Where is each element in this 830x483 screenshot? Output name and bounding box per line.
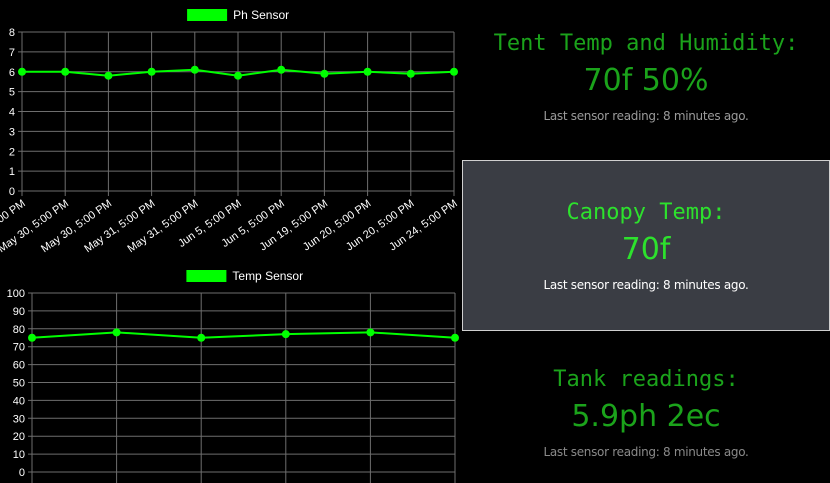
data-point bbox=[147, 67, 156, 76]
tent-panel-note: Last sensor reading: 8 minutes ago. bbox=[543, 109, 749, 123]
y-tick-label: 20 bbox=[13, 431, 25, 443]
data-point bbox=[366, 328, 375, 337]
y-tick-label: 0 bbox=[19, 467, 25, 479]
data-point bbox=[320, 69, 329, 78]
y-tick-label: 100 bbox=[7, 288, 25, 300]
canopy-panel-note: Last sensor reading: 8 minutes ago. bbox=[543, 278, 749, 292]
data-point bbox=[451, 333, 459, 342]
tent-panel-title: Tent Temp and Humidity: bbox=[493, 31, 799, 56]
tent-panel-value: 70f 50% bbox=[583, 63, 709, 98]
y-tick-label: 60 bbox=[13, 360, 25, 372]
data-point bbox=[112, 328, 121, 337]
legend-swatch bbox=[187, 9, 228, 21]
data-point bbox=[363, 67, 372, 76]
y-tick-label: 8 bbox=[9, 27, 15, 39]
ph-sensor-chart: Ph Sensor012345678May 30, 5:00 PMMay 30,… bbox=[0, 0, 460, 265]
y-tick-label: 1 bbox=[9, 166, 15, 178]
y-tick-label: 0 bbox=[9, 186, 15, 198]
y-tick-label: 70 bbox=[13, 342, 25, 354]
series-line bbox=[31, 331, 456, 339]
y-tick-label: 10 bbox=[13, 449, 25, 461]
tank-panel-title: Tank readings: bbox=[553, 367, 739, 392]
data-point bbox=[406, 69, 415, 78]
temp-sensor-chart: Temp Sensor 0 10 20 30 40 50 60 70 80 90 100 bbox=[0, 265, 460, 483]
tank-panel: Tank readings: 5.9ph 2ec Last sensor rea… bbox=[462, 366, 830, 460]
y-tick-label: 2 bbox=[9, 146, 15, 158]
data-point bbox=[18, 67, 26, 76]
y-tick-label: 30 bbox=[13, 413, 25, 425]
y-tick-label: 4 bbox=[9, 107, 15, 119]
data-point bbox=[197, 333, 206, 342]
data-point bbox=[61, 67, 70, 76]
ph-chart-svg: Ph Sensor012345678May 30, 5:00 PMMay 30,… bbox=[0, 8, 460, 255]
y-tick-label: 40 bbox=[13, 395, 25, 407]
legend-label: Temp Sensor bbox=[232, 269, 303, 283]
data-point bbox=[450, 67, 458, 76]
tank-panel-value: 5.9ph 2ec bbox=[571, 399, 721, 434]
data-point bbox=[190, 65, 199, 74]
y-tick-label: 6 bbox=[9, 67, 15, 79]
canopy-panel-value: 70f bbox=[621, 232, 671, 267]
y-tick-label: 50 bbox=[13, 378, 25, 390]
legend-label: Ph Sensor bbox=[233, 8, 289, 22]
tent-panel: Tent Temp and Humidity: 70f 50% Last sen… bbox=[462, 30, 830, 124]
y-tick-label: 90 bbox=[13, 306, 25, 318]
data-point bbox=[234, 71, 242, 80]
canopy-panel[interactable]: Canopy Temp: 70f Last sensor reading: 8 … bbox=[462, 160, 830, 331]
data-point bbox=[281, 330, 290, 339]
temp-chart-svg: Temp Sensor 0 10 20 30 40 50 60 70 80 90 100 bbox=[7, 269, 459, 483]
y-tick-label: 3 bbox=[9, 126, 15, 138]
data-point bbox=[104, 71, 113, 80]
data-point bbox=[277, 65, 286, 74]
y-tick-label: 80 bbox=[13, 324, 25, 336]
y-tick-label: 7 bbox=[9, 47, 15, 59]
data-point bbox=[28, 333, 36, 342]
y-tick-label: 5 bbox=[9, 87, 15, 99]
legend-swatch bbox=[186, 270, 227, 282]
tank-panel-note: Last sensor reading: 8 minutes ago. bbox=[543, 445, 749, 459]
canopy-panel-title: Canopy Temp: bbox=[566, 200, 726, 225]
